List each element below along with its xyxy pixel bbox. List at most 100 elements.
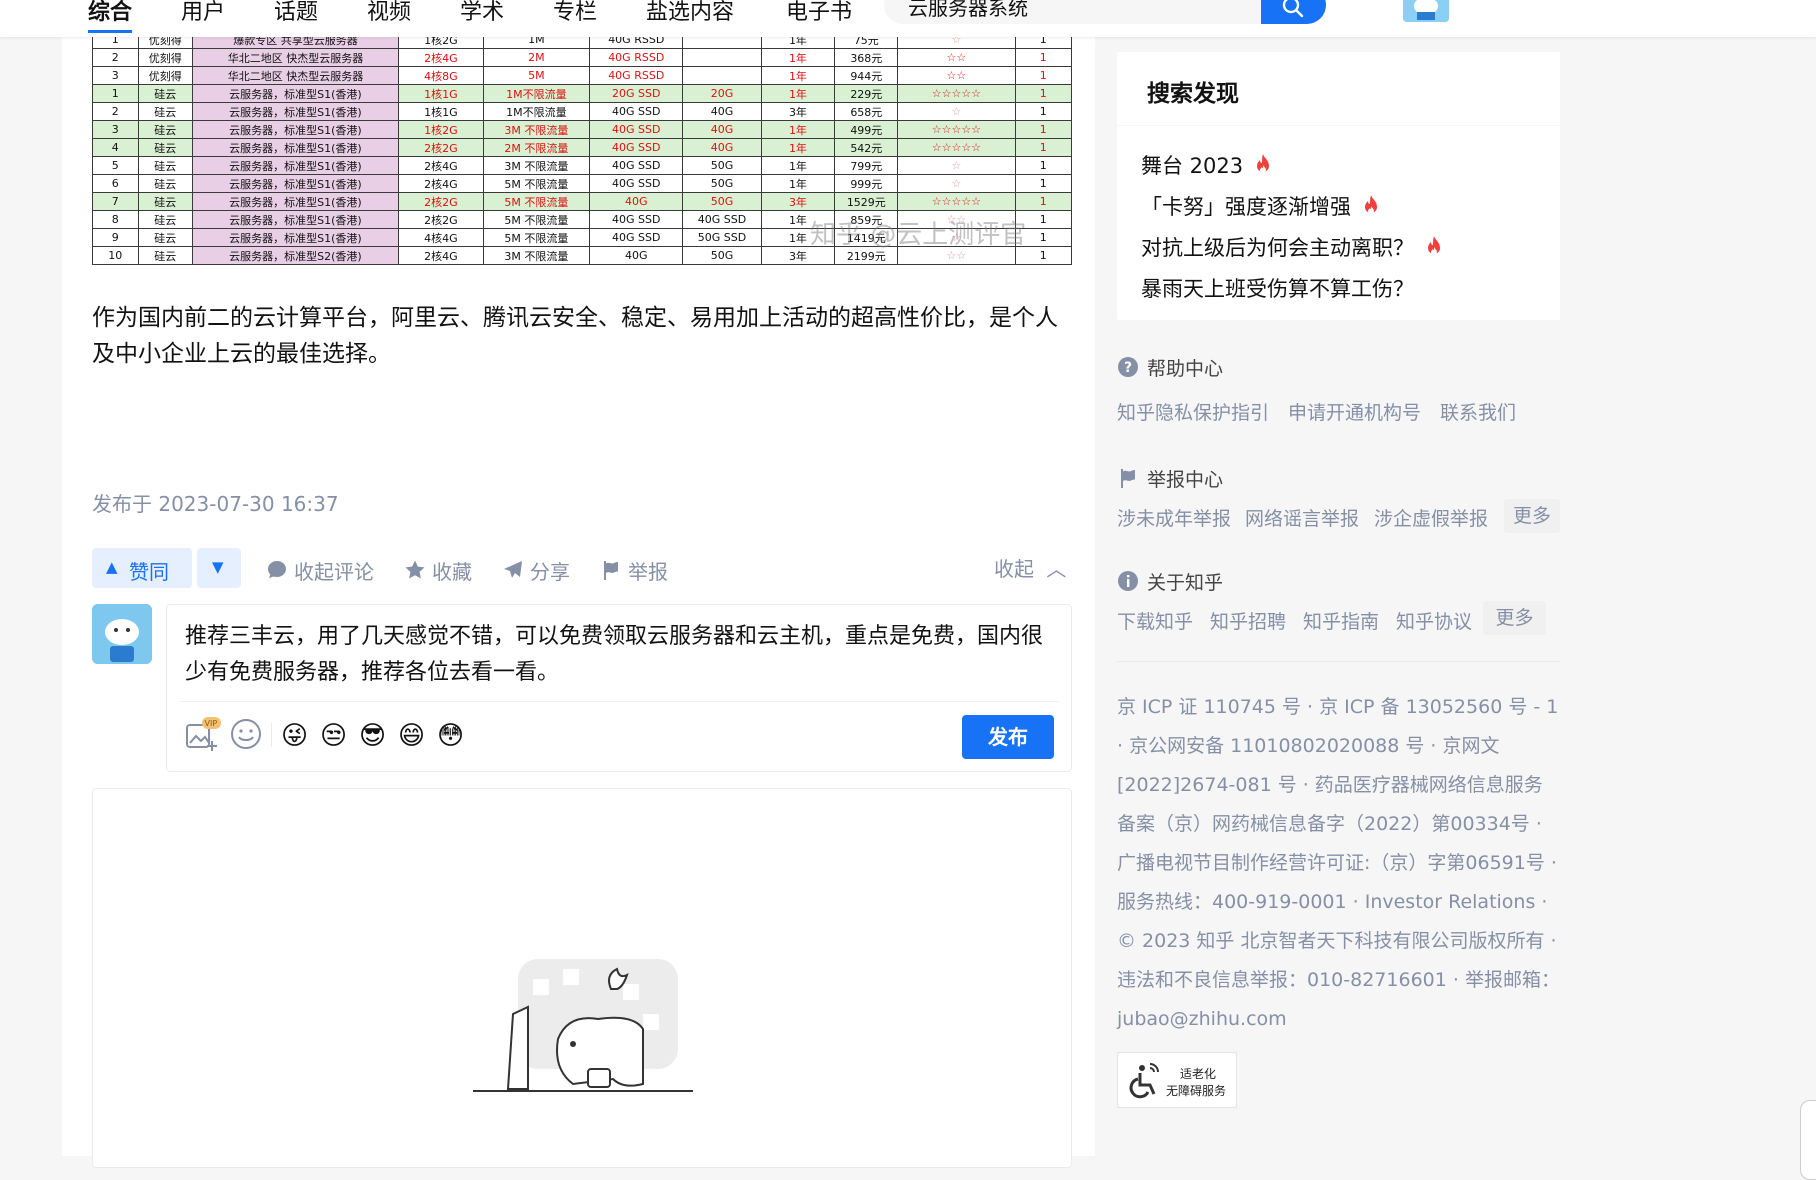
back-to-top-button[interactable] [1800,1100,1816,1180]
tab-topics[interactable]: 话题 [274,0,318,26]
table-cell: 云服务器，标准型S2(香港) [191,246,400,265]
tab-general[interactable]: 综合 [88,0,133,33]
link-rumor-report[interactable]: 网络谣言举报 [1245,504,1359,531]
emoji-tongue[interactable]: 😜 [281,721,308,751]
link-contact-us[interactable]: 联系我们 [1440,398,1516,425]
table-cell: 硅云 [137,174,193,193]
table-cell: 1年 [760,66,836,85]
table-cell: 3年 [760,102,836,121]
tab-columns[interactable]: 专栏 [553,0,597,26]
table-cell: 1M不限流量 [482,84,591,103]
tab-users[interactable]: 用户 [181,0,225,26]
report-more-button[interactable]: 更多 [1504,499,1560,533]
table-cell: 4 [92,138,139,157]
table-cell: 40G SSD [589,174,684,193]
share-label: 分享 [530,560,570,584]
vip-badge: VIP [205,719,218,728]
emoji-unamused[interactable]: 😒 [320,721,347,751]
empty-state-illustration [473,959,693,1092]
table-cell: 542元 [834,138,899,157]
table-cell: 944元 [834,66,899,85]
table-row: 3 优刻得 华北二地区 快杰型云服务器 4核8G 5M 40G RSSD 1年 944元 ☆☆ 1 [92,66,1072,85]
table-cell: 1年 [760,138,836,157]
paper-plane-icon [504,561,522,578]
table-cell: 2核4G [398,156,484,175]
publish-time: 发布于 2023-07-30 16:37 [92,492,339,516]
emoji-grin[interactable]: 😄 [398,721,425,751]
link-careers[interactable]: 知乎招聘 [1210,607,1286,634]
emoji-picker-button[interactable] [229,717,263,751]
link-minor-report[interactable]: 涉未成年举报 [1117,504,1231,531]
link-apply-org-account[interactable]: 申请开通机构号 [1288,398,1421,425]
hot-search-item[interactable]: 「卡努」强度逐渐增强 [1141,191,1381,221]
table-cell: 华北二地区 快杰型云服务器 [191,66,400,85]
table-cell: 50G [682,192,762,211]
user-avatar[interactable] [1403,0,1449,22]
emoji-sunglasses[interactable]: 😎 [359,721,386,751]
accessibility-service-button[interactable]: 适老化 无障碍服务 [1117,1052,1237,1108]
article-paragraph: 作为国内前二的云计算平台，阿里云、腾讯云安全、稳定、易用加上活动的超高性价比，是… [92,305,1058,367]
flag-icon [604,561,618,580]
table-cell: 硅云 [137,192,193,211]
table-cell: 40G [589,246,684,265]
tab-salt-content[interactable]: 盐选内容 [646,0,734,26]
collapse-comments-label: 收起评论 [294,560,374,584]
search-input[interactable]: 云服务器系统 [884,0,1326,24]
search-button[interactable] [1261,0,1326,24]
table-cell: 1年 [760,156,836,175]
link-agreement[interactable]: 知乎协议 [1396,607,1472,634]
publish-button[interactable]: 发布 [962,715,1054,759]
image-add-icon: VIP [186,717,221,751]
collapse-answer-button[interactable]: 收起 ︿ [994,553,1066,582]
link-download-app[interactable]: 下载知乎 [1117,607,1193,634]
tab-videos[interactable]: 视频 [367,0,411,26]
vote-down-button[interactable]: ▼ [197,548,241,588]
image-watermark: 知乎 @云上测评官 [810,220,1027,250]
table-cell: 40G RSSD [589,48,684,67]
tab-academic[interactable]: 学术 [460,0,504,26]
table-cell: 40G SSD [589,228,684,247]
table-cell: 1核1G [398,102,484,121]
table-cell: 云服务器，标准型S1(香港) [191,174,400,193]
link-fake-enterprise-report[interactable]: 涉企虚假举报 [1374,504,1488,531]
table-cell: 40G RSSD [589,66,684,85]
table-cell: 6 [92,174,139,193]
table-cell: 1M不限流量 [482,102,591,121]
comment-composer[interactable]: 推荐三丰云，用了几天感觉不错，可以免费领取云服务器和云主机，重点是免费，国内很少… [166,604,1072,772]
vote-up-button[interactable]: ▲ 赞同 [92,548,192,588]
table-cell: 1 [1014,174,1072,193]
table-cell: 4核4G [398,228,484,247]
composer-divider [179,701,1059,702]
table-cell: 优刻得 [137,66,193,85]
table-cell [682,66,762,85]
hot-search-label: 舞台 2023 [1141,154,1244,178]
hot-search-item[interactable]: 暴雨天上班受伤算不算工伤？ [1141,273,1414,303]
search-value: 云服务器系统 [908,0,1028,20]
table-cell: 3 [92,66,139,85]
a11y-label-line2: 无障碍服务 [1166,1084,1227,1098]
hot-search-item[interactable]: 对抗上级后为何会主动离职？ [1141,232,1444,262]
insert-image-vip-button[interactable]: VIP [185,717,221,751]
hot-search-item[interactable]: 舞台 2023 [1141,150,1273,180]
hot-search-label: 对抗上级后为何会主动离职？ [1141,236,1414,260]
table-cell: 40G SSD [589,138,684,157]
table-cell: 2核4G [398,48,484,67]
about-more-button[interactable]: 更多 [1483,601,1546,635]
table-cell: 云服务器，标准型S1(香港) [191,138,400,157]
table-cell: ☆ [897,102,1016,121]
table-cell: 2核4G [398,174,484,193]
search-discover-title: 搜索发现 [1147,81,1239,107]
table-cell: 799元 [834,156,899,175]
table-cell: 3M 不限流量 [482,120,591,139]
table-cell: 1 [1014,48,1072,67]
tab-ebooks[interactable]: 电子书 [786,0,852,26]
search-discover-card: 搜索发现 舞台 2023 「卡努」强度逐渐增强 对抗上级后为何会主动离职？ 暴雨… [1117,52,1560,320]
table-cell: 硅云 [137,156,193,175]
comment-text[interactable]: 推荐三丰云，用了几天感觉不错，可以免费领取云服务器和云主机，重点是免费，国内很少… [185,619,1055,691]
favorite-label: 收藏 [432,560,472,584]
emoji-flushed[interactable]: 😳 [437,721,464,751]
table-cell: 999元 [834,174,899,193]
link-guide[interactable]: 知乎指南 [1303,607,1379,634]
link-privacy-guide[interactable]: 知乎隐私保护指引 [1117,398,1269,425]
table-row: 1 硅云 云服务器，标准型S1(香港) 1核1G 1M不限流量 20G SSD 20G 1年 2… [92,84,1072,103]
